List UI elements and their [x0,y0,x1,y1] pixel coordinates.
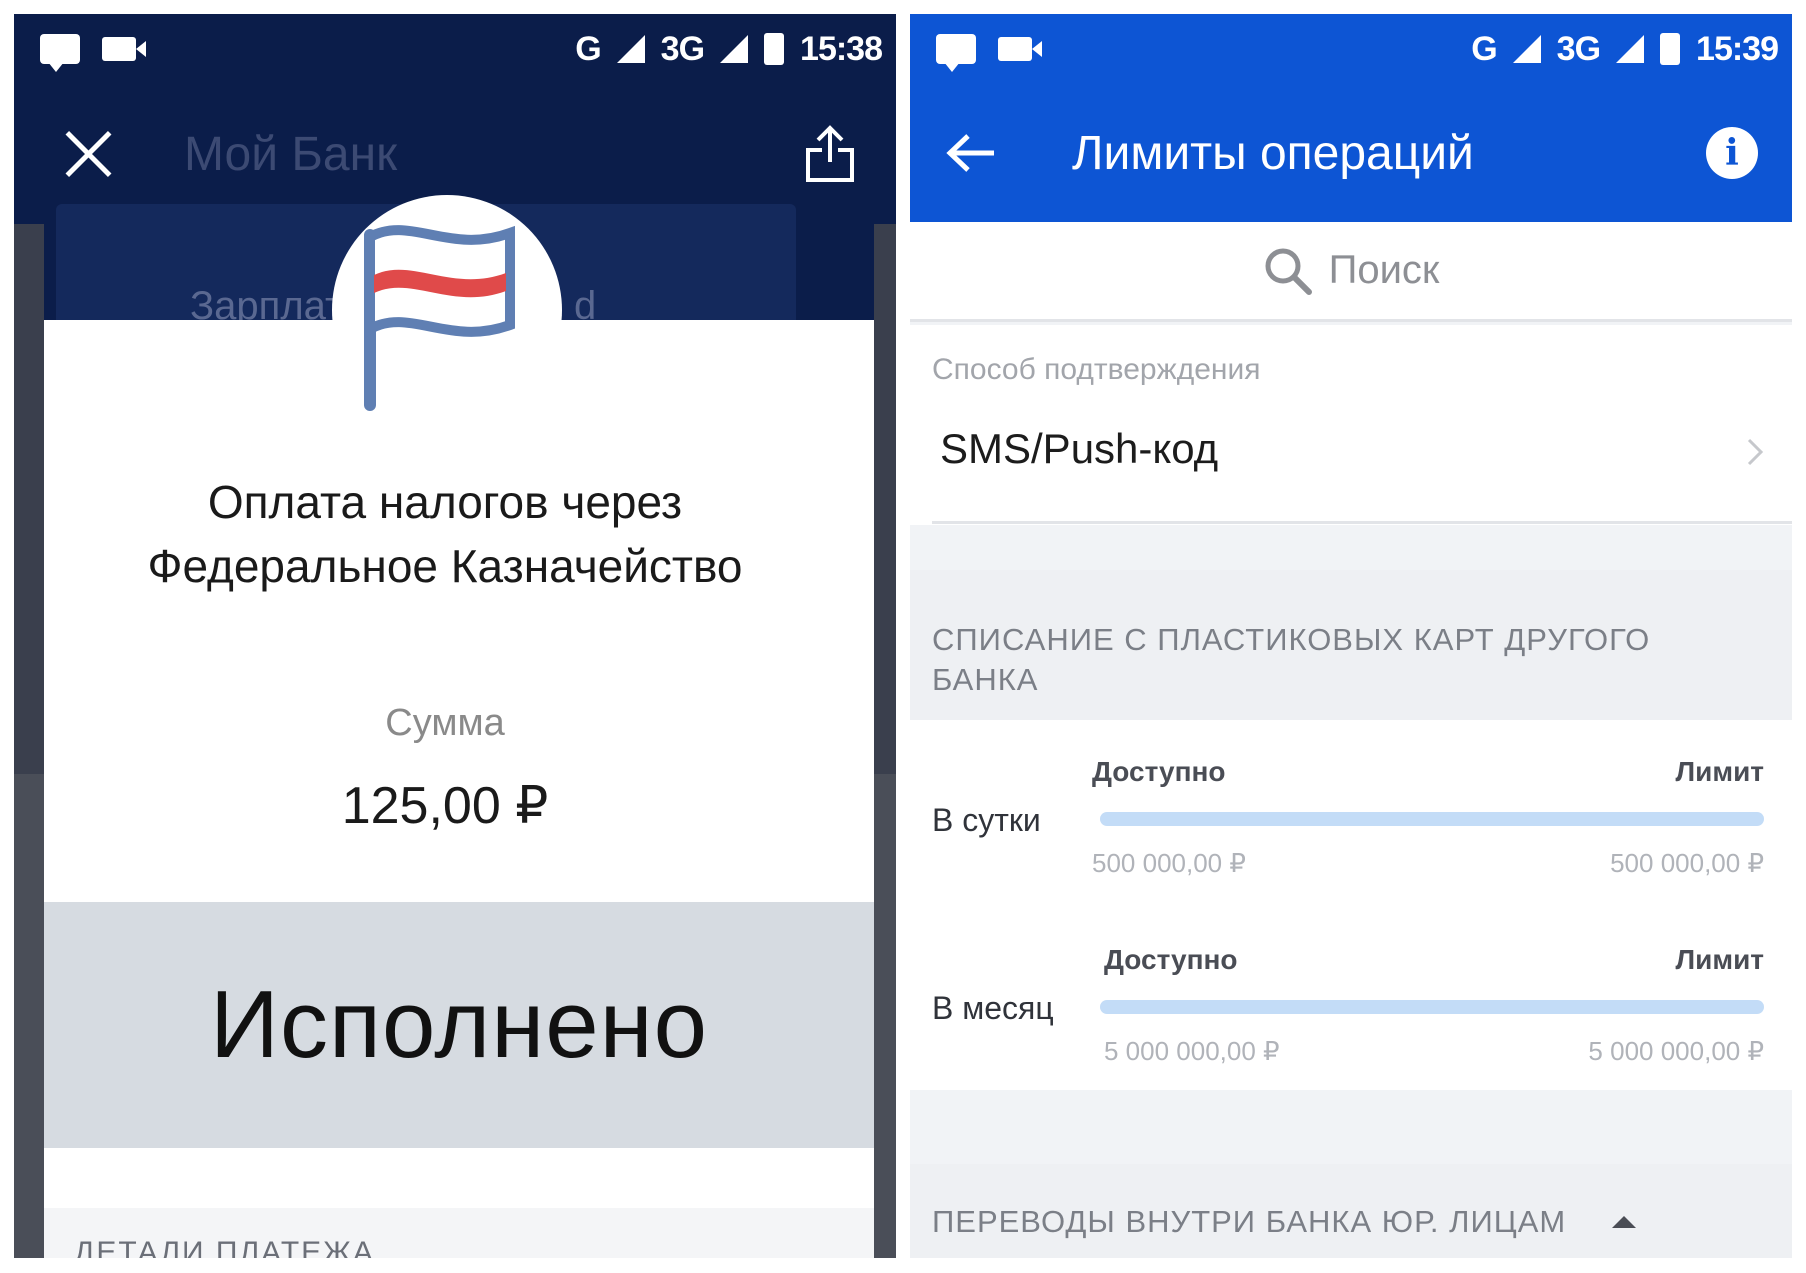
flag-icon [364,225,515,411]
details-label: ДЕТАЛИ ПЛАТЕЖА [74,1236,375,1258]
limit-progress-bar [1100,1000,1764,1014]
status-bar: G 3G 15:38 [14,14,896,84]
limit-progress-bar [1100,812,1764,826]
confirmation-label: Способ подтверждения [932,353,1261,386]
signal2-icon [720,35,749,63]
network-label: G [575,29,601,68]
section-header-internal-transfers[interactable]: ПЕРЕВОДЫ ВНУТРИ БАНКА ЮР. ЛИЦАМ [910,1164,1792,1258]
payment-title-line2: Федеральное Казначейство [147,540,743,592]
network-label: G [1471,29,1497,68]
confirmation-method-row[interactable]: Способ подтверждения SMS/Push-код [910,325,1792,525]
message-icon [40,34,80,72]
section-header-card-debit: СПИСАНИЕ С ПЛАСТИКОВЫХ КАРТ ДРУГОГО БАНК… [910,570,1792,720]
app-title: Мой Банк [184,127,398,181]
right-phone-screen: G 3G 15:39 Лимиты операций i Поиск Спосо… [910,14,1792,1258]
video-icon [998,37,1042,61]
status-time: 15:39 [1696,29,1779,68]
chevron-right-icon [1747,438,1764,466]
signal2-icon [1616,35,1645,63]
close-icon[interactable] [58,124,118,184]
available-label: Доступно [1092,756,1226,787]
section2-text: ПЕРЕВОДЫ ВНУТРИ БАНКА ЮР. ЛИЦАМ [932,1204,1567,1239]
signal-icon [1512,35,1541,63]
back-arrow-icon[interactable] [946,133,998,173]
limit-row-daily: В сутки Доступно Лимит 500 000,00 ₽ 500 … [910,740,1792,900]
sum-label: Сумма [385,702,505,744]
limit-label: Лимит [1675,756,1765,787]
app-title-right: Лимиты операций [1072,126,1474,180]
limit-label: Лимит [1675,944,1765,975]
limits-list: В сутки Доступно Лимит 500 000,00 ₽ 500 … [910,720,1792,1090]
status-bar-right: G 3G 15:39 [910,14,1792,84]
section-header-text: СПИСАНИЕ С ПЛАСТИКОВЫХ КАРТ ДРУГОГО БАНК… [932,622,1651,697]
payment-status: Исполнено [209,971,709,1078]
app-bar-right: Лимиты операций i [910,84,1792,222]
available-value: 5 000 000,00 ₽ [1104,1036,1280,1066]
battery-icon [764,33,785,65]
payment-title: Оплата налогов через Федеральное Казначе… [30,470,860,598]
share-icon[interactable] [802,124,858,184]
network2-label: 3G [1556,29,1601,68]
limit-value: 500 000,00 ₽ [1610,848,1764,878]
network2-label: 3G [660,29,705,68]
payment-details-toggle[interactable]: ДЕТАЛИ ПЛАТЕЖА [44,1208,874,1258]
divider [932,521,1792,524]
search-icon [1265,248,1312,295]
message-icon [936,34,976,72]
sum-value: 125,00 ₽ [341,777,549,835]
limit-period: В месяц [932,990,1054,1026]
limit-row-monthly: В месяц Доступно Лимит 5 000 000,00 ₽ 5 … [910,928,1792,1088]
available-label: Доступно [1104,944,1238,975]
info-icon[interactable]: i [1706,127,1758,179]
signal-icon [616,35,645,63]
status-time: 15:38 [800,29,883,68]
available-value: 500 000,00 ₽ [1092,848,1246,878]
limit-value: 5 000 000,00 ₽ [1588,1036,1764,1066]
search-placeholder: Поиск [1328,248,1440,292]
search-bar[interactable]: Поиск [910,222,1792,322]
screenshot-canvas: Зарплат d G 3G 15:38 Мой Банк Оплата нал… [0,0,1806,1273]
payment-title-line1: Оплата налогов через [207,476,683,528]
status-panel: Исполнено [44,902,874,1148]
battery-icon [1660,33,1681,65]
video-icon [102,37,146,61]
limit-period: В сутки [932,802,1041,838]
confirmation-value: SMS/Push-код [940,425,1219,472]
caret-up-icon [1612,1216,1636,1228]
